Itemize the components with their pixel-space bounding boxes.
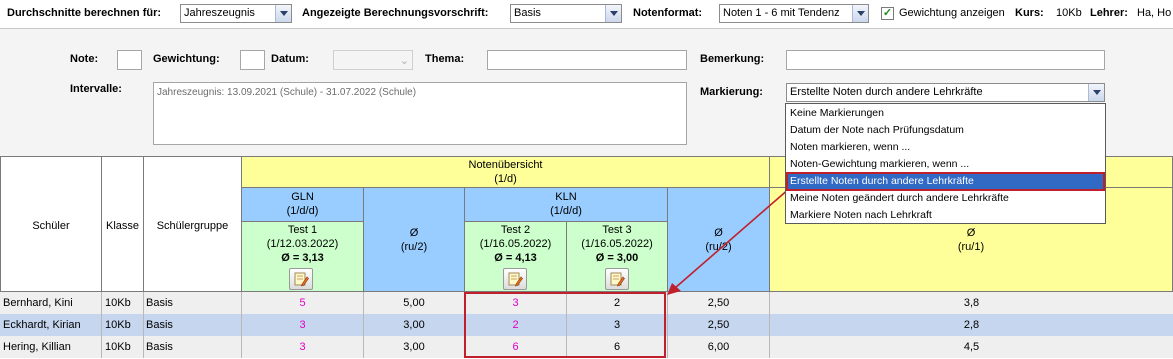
markierung-option-noten-markieren[interactable]: Noten markieren, wenn ... [787,139,1104,156]
markierung-option-geaendert[interactable]: Meine Noten geändert durch andere Lehrkr… [787,190,1104,207]
markierung-option-gewichtung[interactable]: Noten-Gewichtung markieren, wenn ... [787,156,1104,173]
markierung-option-keine[interactable]: Keine Markierungen [787,105,1104,122]
markierung-option-andere-lehrkraefte[interactable]: Erstellte Noten durch andere Lehrkräfte [786,172,1105,191]
markierung-option-nach-lehrkraft[interactable]: Markiere Noten nach Lehrkraft [787,207,1104,224]
markierung-dropdown-list: Keine Markierungen Datum der Note nach P… [785,103,1106,224]
markierung-option-datum[interactable]: Datum der Note nach Prüfungsdatum [787,122,1104,139]
